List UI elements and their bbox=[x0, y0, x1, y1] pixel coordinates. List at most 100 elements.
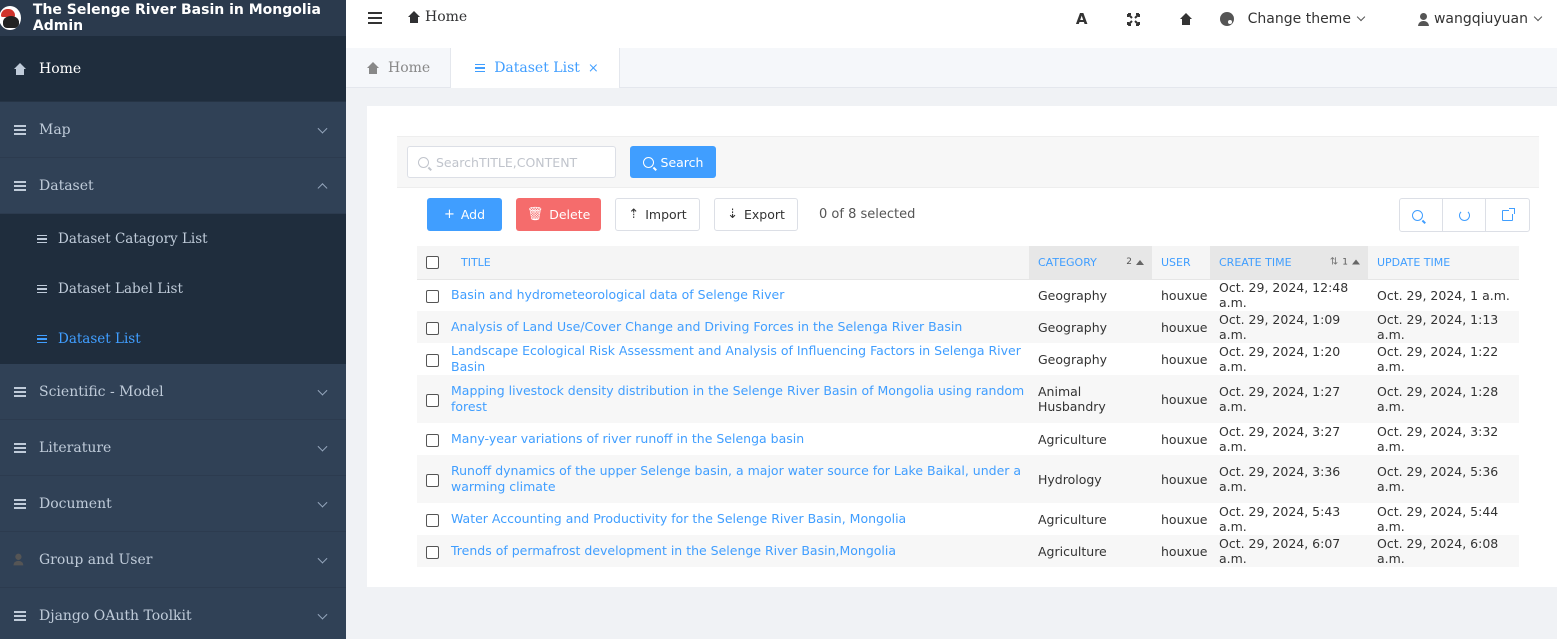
search-input[interactable]: SearchTITLE,CONTENT bbox=[407, 146, 616, 178]
user-menu[interactable]: wangqiuyuan bbox=[1417, 11, 1543, 27]
title-link[interactable]: Mapping livestock density distribution i… bbox=[451, 375, 1029, 423]
list-check-icon bbox=[33, 334, 47, 344]
sidebar-item-document[interactable]: Document bbox=[0, 476, 346, 532]
title-link[interactable]: Many-year variations of river runoff in … bbox=[451, 423, 1029, 455]
table-header-row: TITLE CATEGORY 2 USER CREATE TIME ⇅ 1 UPD… bbox=[417, 246, 1519, 280]
search-placeholder: SearchTITLE,CONTENT bbox=[436, 154, 578, 170]
sidebar-item-map[interactable]: Map bbox=[0, 102, 346, 158]
hamburger-menu-icon[interactable] bbox=[368, 12, 382, 24]
user-cell: houxue bbox=[1161, 351, 1208, 367]
search-button[interactable]: Search bbox=[630, 146, 716, 178]
sidebar-item-dataset[interactable]: Dataset bbox=[0, 158, 346, 214]
table-icon bbox=[13, 442, 27, 454]
row-checkbox[interactable] bbox=[417, 535, 451, 567]
sidebar-subitem-dataset-category-list[interactable]: Dataset Catagory List bbox=[0, 214, 346, 264]
column-create-time[interactable]: CREATE TIME ⇅ 1 bbox=[1210, 246, 1368, 280]
title-link[interactable]: Landscape Ecological Risk Assessment and… bbox=[451, 343, 1029, 375]
row-checkbox[interactable] bbox=[417, 311, 451, 343]
import-label: Import bbox=[645, 207, 687, 222]
export-button[interactable]: ⇣ Export bbox=[714, 198, 798, 231]
home-icon bbox=[13, 62, 27, 75]
sidebar-item-home[interactable]: Home bbox=[0, 36, 346, 102]
change-theme-label: Change theme bbox=[1247, 11, 1351, 27]
column-update-time[interactable]: UPDATE TIME bbox=[1368, 246, 1519, 280]
trash-icon: 🗑 bbox=[526, 207, 544, 222]
category-cell: Agriculture bbox=[1038, 511, 1107, 527]
export-icon[interactable] bbox=[1486, 199, 1529, 231]
update-time-cell: Oct. 29, 2024, 1:22 a.m. bbox=[1377, 344, 1499, 374]
update-time-cell: Oct. 29, 2024, 1:28 a.m. bbox=[1368, 375, 1519, 423]
table-row: Mapping livestock density distribution i… bbox=[417, 375, 1519, 423]
home-icon[interactable] bbox=[1160, 0, 1212, 38]
download-icon: ⇣ bbox=[727, 207, 738, 222]
row-checkbox[interactable] bbox=[417, 423, 451, 455]
user-icon bbox=[1417, 12, 1429, 26]
row-checkbox[interactable] bbox=[417, 503, 451, 535]
tab-dataset-list[interactable]: Dataset List × bbox=[451, 48, 620, 88]
category-cell: Geography bbox=[1029, 311, 1152, 343]
sidebar-item-label: Literature bbox=[39, 439, 112, 456]
category-cell: Geography bbox=[1038, 287, 1108, 303]
select-all-checkbox[interactable] bbox=[417, 246, 451, 280]
title-link[interactable]: Trends of permafrost development in the … bbox=[451, 535, 1029, 567]
column-title[interactable]: TITLE bbox=[451, 246, 1029, 280]
refresh-icon[interactable] bbox=[1443, 199, 1486, 231]
sidebar-subitem-label: Dataset Label List bbox=[58, 281, 183, 297]
create-time-cell: Oct. 29, 2024, 12:48 a.m. bbox=[1219, 280, 1349, 311]
search-icon bbox=[418, 156, 429, 168]
import-button[interactable]: ⇡ Import bbox=[615, 198, 700, 231]
add-button[interactable]: + Add bbox=[427, 198, 502, 231]
search-bar: SearchTITLE,CONTENT Search bbox=[397, 136, 1539, 188]
close-icon[interactable]: × bbox=[588, 61, 599, 76]
column-category[interactable]: CATEGORY 2 bbox=[1029, 246, 1152, 280]
search-toggle-icon[interactable] bbox=[1400, 199, 1443, 231]
create-time-cell: Oct. 29, 2024, 1:09 a.m. bbox=[1210, 311, 1368, 343]
row-checkbox[interactable] bbox=[417, 343, 451, 375]
sidebar-item-literature[interactable]: Literature bbox=[0, 420, 346, 476]
table-row: Runoff dynamics of the upper Selenge bas… bbox=[417, 455, 1519, 503]
sidebar-subitem-dataset-list[interactable]: Dataset List bbox=[0, 314, 346, 364]
update-time-cell: Oct. 29, 2024, 3:32 a.m. bbox=[1377, 424, 1499, 454]
create-time-cell: Oct. 29, 2024, 3:36 a.m. bbox=[1210, 455, 1368, 503]
user-cell: houxue bbox=[1152, 311, 1210, 343]
sidebar-item-label: Dataset bbox=[39, 177, 94, 194]
change-theme-dropdown[interactable]: Change theme bbox=[1219, 11, 1366, 27]
sidebar-item-django-oauth-toolkit[interactable]: Django OAuth Toolkit bbox=[0, 588, 346, 639]
sidebar-item-group-and-user[interactable]: Group and User bbox=[0, 532, 346, 588]
table-icon bbox=[13, 180, 27, 192]
app-brand[interactable]: The Selenge River Basin in Mongolia Admi… bbox=[0, 0, 346, 36]
title-link[interactable]: Basin and hydrometeorological data of Se… bbox=[451, 279, 1029, 311]
app-title: The Selenge River Basin in Mongolia Admi… bbox=[32, 2, 321, 34]
sort-indicator: ⇅ 1 bbox=[1330, 257, 1360, 268]
row-checkbox[interactable] bbox=[417, 375, 451, 423]
list-check-icon bbox=[33, 234, 47, 244]
column-user[interactable]: USER bbox=[1152, 246, 1210, 280]
chevron-down-icon bbox=[317, 385, 328, 396]
update-time-cell: Oct. 29, 2024, 1:13 a.m. bbox=[1368, 311, 1519, 343]
fullscreen-icon[interactable] bbox=[1108, 0, 1160, 38]
username: wangqiuyuan bbox=[1433, 11, 1528, 27]
create-time-cell: Oct. 29, 2024, 1:27 a.m. bbox=[1210, 375, 1368, 423]
row-checkbox[interactable] bbox=[417, 279, 451, 311]
sort-rank: 2 bbox=[1126, 257, 1132, 268]
user-cell: houxue bbox=[1161, 287, 1208, 303]
font-size-icon[interactable]: A bbox=[1056, 0, 1108, 38]
table-row: Basin and hydrometeorological data of Se… bbox=[417, 279, 1519, 311]
row-checkbox[interactable] bbox=[417, 455, 451, 503]
column-label: CATEGORY bbox=[1038, 255, 1097, 269]
title-link[interactable]: Water Accounting and Productivity for th… bbox=[451, 503, 1029, 535]
chevron-down-icon bbox=[317, 123, 328, 134]
sort-remove-icon[interactable]: ⇅ bbox=[1330, 257, 1338, 268]
breadcrumb-home[interactable]: Home bbox=[425, 9, 467, 25]
category-cell: Agriculture bbox=[1038, 431, 1107, 447]
title-link[interactable]: Analysis of Land Use/Cover Change and Dr… bbox=[451, 311, 1029, 343]
column-label: TITLE bbox=[461, 255, 491, 269]
delete-button[interactable]: 🗑 Delete bbox=[516, 198, 601, 231]
tab-home[interactable]: Home bbox=[346, 48, 452, 88]
sidebar-item-scientific-model[interactable]: Scientific - Model bbox=[0, 364, 346, 420]
title-link[interactable]: Runoff dynamics of the upper Selenge bas… bbox=[451, 455, 1029, 503]
toolbar: + Add 🗑 Delete ⇡ Import ⇣ Export 0 of 8 … bbox=[427, 198, 915, 231]
upload-icon: ⇡ bbox=[628, 207, 640, 222]
sidebar-subitem-dataset-label-list[interactable]: Dataset Label List bbox=[0, 264, 346, 314]
sidebar: The Selenge River Basin in Mongolia Admi… bbox=[0, 0, 346, 639]
